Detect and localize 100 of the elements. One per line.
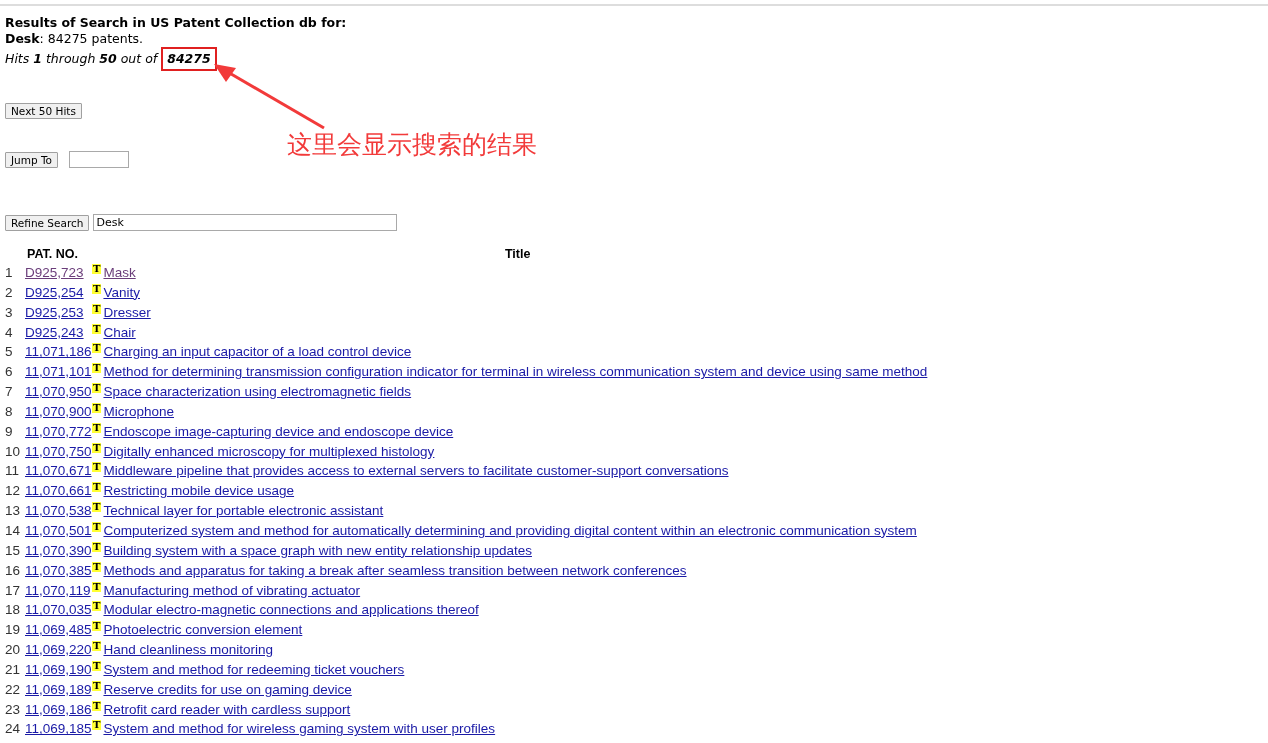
- row-number: 19: [5, 621, 22, 640]
- text-badge: T: [92, 482, 102, 493]
- patent-number-link[interactable]: 11,071,101: [25, 362, 91, 382]
- patent-title-link[interactable]: Mask: [103, 263, 136, 282]
- text-badge: T: [92, 502, 102, 513]
- patent-title-link[interactable]: Vanity: [103, 282, 140, 302]
- patent-title-link[interactable]: Method for determining transmission configuration indicator for terminal in wireless communication system and device using same method: [103, 362, 928, 382]
- text-badge: T: [92, 343, 102, 354]
- patent-title-link[interactable]: Building system with a space graph with new entity relationship updates: [103, 540, 532, 560]
- patent-number-link[interactable]: 11,069,186: [25, 699, 91, 719]
- row-number: 14: [5, 521, 22, 540]
- text-badge: T: [92, 561, 102, 572]
- row-number: 24: [5, 720, 22, 739]
- patent-number-link[interactable]: 11,069,190: [25, 659, 91, 679]
- row-number: 1: [5, 264, 14, 282]
- row-number: 15: [5, 541, 22, 560]
- patent-title-link[interactable]: Hand cleanliness monitoring: [103, 640, 274, 660]
- column-header: Title: [504, 246, 531, 263]
- row-number: 13: [5, 502, 22, 521]
- text-badge: T: [92, 402, 102, 413]
- text-badge: T: [92, 541, 102, 552]
- patent-title-link[interactable]: Microphone: [103, 401, 174, 421]
- patent-number-link[interactable]: 11,070,750: [25, 441, 91, 461]
- patent-title-link[interactable]: Restricting mobile device usage: [103, 481, 295, 501]
- patent-number-link[interactable]: 11,070,119: [25, 580, 91, 600]
- patent-title-link[interactable]: Modular electro-magnetic connections and applications thereof: [103, 600, 479, 620]
- patent-title-link[interactable]: System and method for wireless gaming system with user profiles: [103, 719, 496, 739]
- patent-number-link[interactable]: 11,069,485: [25, 620, 91, 640]
- row-number: 2: [5, 283, 14, 302]
- row-number: 3: [5, 303, 14, 322]
- row-number: 12: [5, 482, 22, 501]
- text-badge: T: [92, 660, 102, 671]
- text-badge: T: [92, 700, 102, 711]
- text-badge: T: [92, 383, 102, 394]
- patent-number-link[interactable]: D925,253: [25, 302, 91, 322]
- hits-total: 84275: [161, 47, 217, 71]
- row-number: 9: [5, 422, 14, 441]
- patent-number-link[interactable]: 11,070,035: [25, 600, 91, 620]
- refine-search-field[interactable]: Desk: [93, 214, 398, 231]
- patent-title-link[interactable]: Chair: [103, 322, 136, 342]
- patent-title-link[interactable]: Methods and apparatus for taking a break after seamless transition between network conferences: [103, 560, 687, 580]
- jump-to-field[interactable]: [69, 151, 130, 168]
- patent-title-link[interactable]: Photoelectric conversion element: [103, 620, 303, 640]
- patent-number-link[interactable]: 11,070,501: [25, 520, 91, 540]
- text-badge: T: [92, 462, 102, 473]
- hits-range: Hits 1 through 50 out of: [5, 50, 158, 68]
- row-number: 4: [5, 323, 14, 342]
- patent-title-link[interactable]: Middleware pipeline that provides access to external servers to facilitate customer-support conversations: [103, 461, 729, 481]
- jump-to-button[interactable]: Jump To: [5, 151, 59, 168]
- row-number: 7: [5, 383, 14, 402]
- row-number: 17: [5, 581, 22, 600]
- patent-number-link[interactable]: 11,069,185: [25, 719, 91, 739]
- row-number: 20: [5, 641, 22, 660]
- text-badge: T: [92, 641, 102, 652]
- column-header: PAT. NO.: [27, 246, 78, 263]
- next-hits-button[interactable]: Next 50 Hits: [5, 103, 82, 119]
- text-badge: T: [92, 363, 102, 374]
- row-number: 16: [5, 561, 22, 580]
- text-badge: T: [92, 720, 102, 731]
- patent-title-link[interactable]: Charging an input capacitor of a load control device: [103, 342, 412, 362]
- row-number: 6: [5, 363, 14, 382]
- text-badge: T: [92, 621, 102, 632]
- patent-title-link[interactable]: System and method for redeeming ticket vouchers: [103, 659, 405, 679]
- patent-title-link[interactable]: Technical layer for portable electronic assistant: [103, 501, 384, 521]
- patent-number-link[interactable]: 11,071,186: [25, 342, 91, 362]
- patent-title-link[interactable]: Digitally enhanced microscopy for multiplexed histology: [103, 441, 435, 461]
- patent-title-link[interactable]: Manufacturing method of vibrating actuator: [103, 580, 361, 600]
- text-badge: T: [92, 264, 102, 274]
- patent-number-link[interactable]: 11,070,671: [25, 461, 91, 481]
- patent-title-link[interactable]: Retrofit card reader with cardless support: [103, 699, 351, 719]
- patent-title-link[interactable]: Dresser: [103, 302, 151, 322]
- text-badge: T: [92, 422, 102, 433]
- row-number: 11: [5, 462, 20, 481]
- patent-number-link[interactable]: 11,070,538: [25, 501, 91, 521]
- patent-title-link[interactable]: Reserve credits for use on gaming device: [103, 679, 352, 699]
- annotation-note: 这里会显示搜索的结果: [287, 129, 537, 161]
- patent-title-link[interactable]: Space characterization using electromagnetic fields: [103, 382, 412, 402]
- query-summary: Desk: 84275 patents.: [5, 31, 145, 47]
- refine-search-button[interactable]: Refine Search: [5, 214, 90, 231]
- patent-number-link[interactable]: 11,070,390: [25, 540, 91, 560]
- patent-title-link[interactable]: Computerized system and method for automatically determining and providing digital content within an electronic communication system: [103, 520, 917, 540]
- patent-number-link[interactable]: D925,723: [25, 263, 91, 282]
- patent-number-link[interactable]: 11,070,772: [25, 421, 91, 441]
- patent-number-link[interactable]: D925,243: [25, 322, 91, 342]
- text-badge: T: [92, 283, 102, 294]
- patent-number-link[interactable]: 11,070,950: [25, 382, 91, 402]
- text-badge: T: [92, 442, 102, 453]
- patent-title-link[interactable]: Endoscope image-capturing device and endoscope device: [103, 421, 454, 441]
- patent-number-link[interactable]: D925,254: [25, 282, 91, 302]
- patent-number-link[interactable]: 11,070,900: [25, 401, 91, 421]
- text-badge: T: [92, 601, 102, 612]
- text-badge: T: [92, 323, 102, 334]
- patent-number-link[interactable]: 11,069,220: [25, 640, 91, 660]
- row-number: 22: [5, 680, 22, 699]
- patent-number-link[interactable]: 11,070,661: [25, 481, 91, 501]
- text-badge: T: [92, 521, 102, 532]
- patent-number-link[interactable]: 11,070,385: [25, 560, 91, 580]
- patent-number-link[interactable]: 11,069,189: [25, 679, 91, 699]
- row-number: 8: [5, 402, 14, 421]
- text-badge: T: [92, 581, 102, 592]
